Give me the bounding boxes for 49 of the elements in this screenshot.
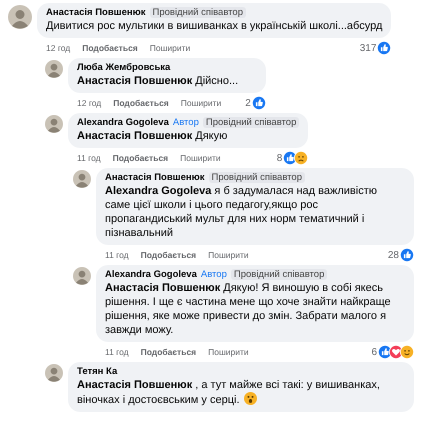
avatar[interactable]: [73, 267, 91, 285]
reaction-count[interactable]: 6: [371, 346, 377, 358]
action-link[interactable]: Подобається: [140, 250, 196, 260]
reaction-count[interactable]: 2: [245, 98, 251, 108]
comment-text: Alexandra Gogoleva я б задумалася над важливістю саме цієї школи і цього педагогу,якщо рос пропагандиський мульт для них норм тематичний і пізнавальний: [105, 184, 378, 240]
author-label: Автор: [172, 117, 199, 128]
reaction-count[interactable]: 317: [360, 42, 376, 54]
emoji-face-icon: [294, 151, 308, 165]
action-link[interactable]: Подобається: [112, 153, 168, 163]
avatar[interactable]: [45, 115, 63, 133]
comment-text: Дивитися рос мультики в вишиванках в українській школі...абсурд: [46, 19, 382, 33]
author-name[interactable]: Люба Жембровська: [77, 62, 170, 73]
comment-text: Анастасія Повшенюк Дійсно...: [77, 74, 240, 88]
comment-time[interactable]: 12 год: [46, 43, 70, 53]
thumbs-up-icon: [400, 248, 414, 262]
author-name[interactable]: Alexandra Gogoleva: [77, 117, 169, 128]
thumbs-up-icon: [377, 41, 392, 55]
author-name[interactable]: Alexandra Gogoleva: [105, 269, 197, 280]
role-badge: Провідний співавтор: [208, 172, 305, 183]
comment-text: Анастасія Повшенюк Дякую! Я виношую в собі якесь рішення. І ще є частина мене що хоче знайти найкраще рішення, яке може привести до змін. Забрати малого я завжди можу.: [105, 281, 392, 337]
action-link[interactable]: Подобається: [82, 43, 138, 53]
role-badge: Провідний співавтор: [230, 269, 328, 280]
action-link[interactable]: Подобається: [113, 98, 169, 108]
action-link[interactable]: Подобається: [140, 347, 196, 357]
comment-time[interactable]: 11 год: [105, 250, 129, 260]
action-link[interactable]: Поширити: [150, 43, 190, 53]
emoji-face-icon: [400, 345, 414, 359]
avatar[interactable]: [45, 364, 63, 382]
avatar[interactable]: [8, 5, 32, 29]
comment-text: Анастасія Повшенюк Дякую: [77, 129, 228, 143]
avatar[interactable]: [45, 60, 63, 78]
author-label: Автор: [200, 269, 227, 280]
action-link[interactable]: Поширити: [180, 98, 222, 108]
reaction-count[interactable]: 28: [388, 250, 399, 260]
thumbs-up-icon: [252, 96, 266, 110]
author-name[interactable]: Тетян Ка: [77, 366, 118, 377]
comment-text: Анастасія Повшенюк , а тут майже всі такі: у вишиванках, віночках і достоєвським у серці.: [77, 378, 381, 407]
author-name[interactable]: Анастасія Повшенюк: [46, 7, 146, 18]
comment-time[interactable]: 11 год: [77, 153, 101, 163]
action-link[interactable]: Поширити: [208, 347, 249, 357]
reaction-count[interactable]: 8: [276, 152, 282, 164]
role-badge: Провідний співавтор: [202, 117, 300, 128]
comment-time[interactable]: 11 год: [105, 347, 129, 357]
avatar[interactable]: [73, 170, 91, 188]
author-name[interactable]: Анастасія Повшенюк: [105, 172, 204, 183]
action-link[interactable]: Поширити: [208, 250, 249, 260]
comment-time[interactable]: 12 год: [77, 98, 102, 108]
action-link[interactable]: Поширити: [180, 153, 221, 163]
role-badge: Провідний співавтор: [150, 7, 246, 18]
